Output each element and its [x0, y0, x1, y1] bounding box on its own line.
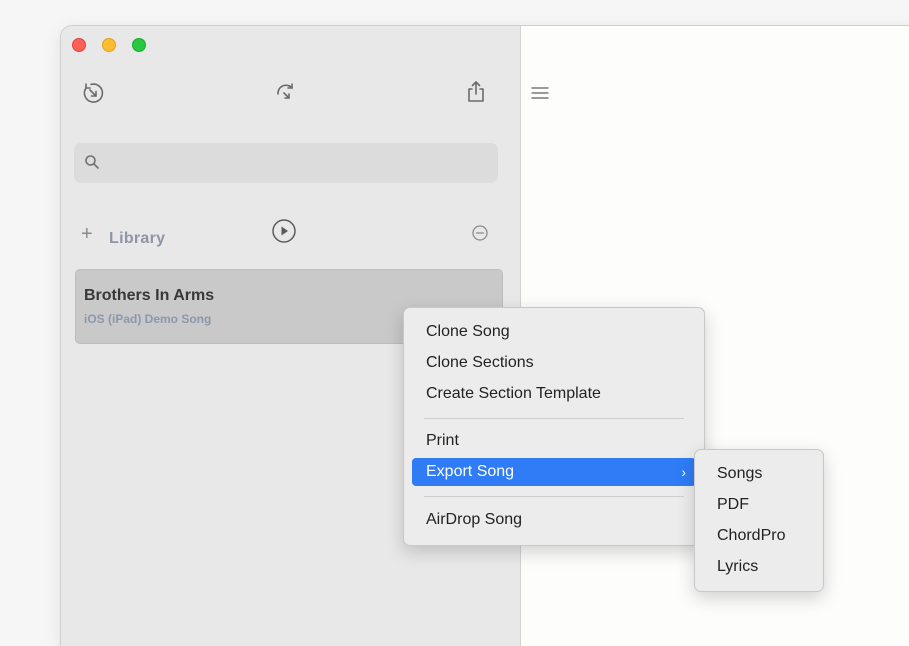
search-field[interactable] [74, 143, 498, 185]
menu-item-airdrop-song[interactable]: AirDrop Song [412, 506, 696, 534]
undo-history-icon[interactable] [80, 80, 106, 106]
chevron-right-icon: › [681, 464, 686, 480]
submenu-item-songs[interactable]: Songs [703, 460, 815, 488]
share-icon[interactable] [463, 79, 489, 105]
menu-separator [424, 496, 684, 497]
search-input[interactable] [108, 143, 492, 185]
menu-item-export-song-label: Export Song [426, 463, 515, 480]
menu-item-create-section-template[interactable]: Create Section Template [412, 380, 696, 408]
song-subtitle: iOS (iPad) Demo Song [84, 312, 212, 326]
search-icon [85, 155, 99, 169]
library-label[interactable]: Library [109, 230, 165, 248]
menu-separator [424, 418, 684, 419]
menu-item-clone-sections[interactable]: Clone Sections [412, 349, 696, 377]
menu-item-print[interactable]: Print [412, 427, 696, 455]
song-title: Brothers In Arms [84, 287, 215, 304]
redo-icon[interactable] [273, 80, 299, 106]
context-menu: Clone Song Clone Sections Create Section… [403, 307, 705, 546]
menu-item-export-song[interactable]: Export Song › [412, 458, 696, 486]
minimize-window-button[interactable] [102, 38, 116, 52]
zoom-window-button[interactable] [132, 38, 146, 52]
hamburger-icon[interactable] [531, 86, 549, 100]
export-submenu: Songs PDF ChordPro Lyrics [694, 449, 824, 592]
play-circle-icon[interactable] [271, 218, 297, 244]
close-window-button[interactable] [72, 38, 86, 52]
menu-item-clone-song[interactable]: Clone Song [412, 318, 696, 346]
submenu-item-lyrics[interactable]: Lyrics [703, 553, 815, 581]
submenu-item-chordpro[interactable]: ChordPro [703, 522, 815, 550]
library-header: + Library [61, 218, 520, 254]
minus-circle-icon[interactable] [471, 224, 489, 242]
plus-icon[interactable]: + [81, 224, 93, 244]
submenu-item-pdf[interactable]: PDF [703, 491, 815, 519]
